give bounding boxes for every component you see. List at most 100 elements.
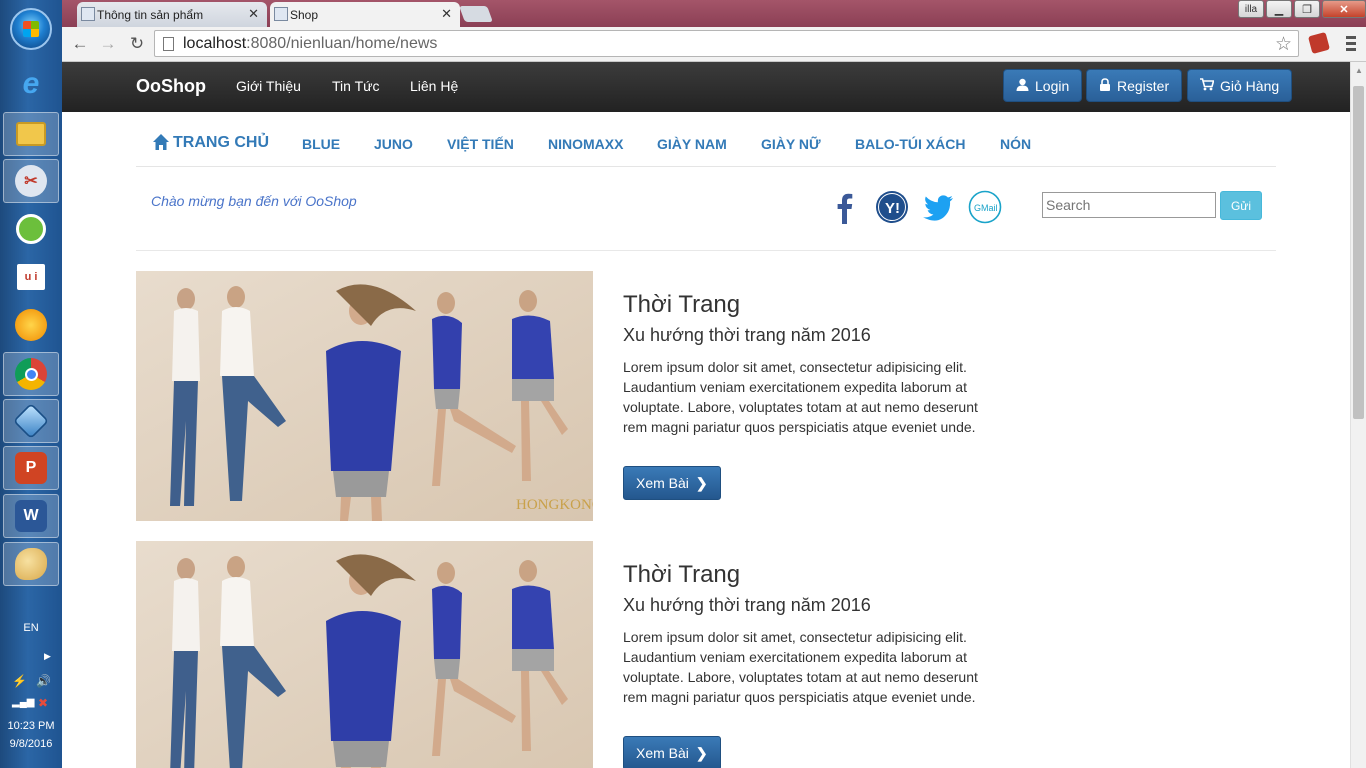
minimize-icon[interactable]: ▁ [1266,0,1292,18]
start-button[interactable] [10,8,52,50]
language-indicator[interactable]: EN [0,622,62,634]
article-card: HONGKONG Thời Trang Xu hướng thời trang … [136,271,1276,521]
article-card: Thời Trang Xu hướng thời trang năm 2016 … [136,541,1276,768]
tab-label: Shop [290,7,319,22]
bookmark-star-icon[interactable]: ☆ [1275,33,1292,56]
read-more-button[interactable]: Xem Bài ❯ [623,736,721,768]
chevron-right-icon: ❯ [695,474,708,491]
reload-icon[interactable]: ↻ [125,32,149,56]
read-more-label: Xem Bài [636,745,689,761]
cube-icon [12,402,50,440]
twitter-icon[interactable] [921,190,955,224]
category-blue[interactable]: BLUE [302,136,340,152]
register-button[interactable]: Register [1086,69,1183,102]
forward-arrow-icon[interactable]: → [96,32,120,56]
login-button[interactable]: Login [1003,69,1083,102]
search-input[interactable] [1042,192,1216,218]
url-path: :8080/nienluan/home/news [246,34,438,52]
scroll-up-arrow-icon[interactable]: ▲ [1355,66,1363,75]
category-juno[interactable]: JUNO [374,136,413,152]
new-tab-button[interactable] [459,6,493,22]
yahoo-icon[interactable]: Y! [875,190,909,224]
cart-label: Giỏ Hàng [1220,77,1280,94]
coccoc-icon [16,214,46,244]
address-bar[interactable]: localhost:8080/nienluan/home/news ☆ [154,30,1299,57]
tab-close-icon[interactable]: ✕ [441,6,452,22]
article-title: Thời Trang [623,561,741,588]
page-icon [163,37,174,51]
scrollbar-thumb[interactable] [1353,86,1364,419]
powerpoint-taskbar-button[interactable]: P [3,446,59,490]
explorer-taskbar-button[interactable] [3,112,59,156]
facebook-icon[interactable] [828,190,862,224]
word-icon: W [15,500,47,532]
category-home[interactable]: TRANG CHỦ [173,134,269,152]
cart-button[interactable]: Giỏ Hàng [1187,69,1293,102]
virtualbox-taskbar-button[interactable] [3,399,59,443]
nav-link-contact[interactable]: Liên Hệ [410,78,458,94]
login-label: Login [1035,77,1070,94]
page-favicon-icon [81,7,95,21]
gmail-icon[interactable]: GMail [968,190,1002,224]
article-subtitle: Xu hướng thời trang năm 2016 [623,595,871,615]
tab-label: Thông tin sản phẩm [97,7,204,22]
nav-link-news[interactable]: Tin Tức [332,78,380,94]
powerpoint-icon: P [15,452,47,484]
read-more-button[interactable]: Xem Bài ❯ [623,466,721,500]
category-ninomaxx[interactable]: NINOMAXX [548,136,623,152]
search-submit-button[interactable]: Gửi [1220,191,1262,220]
tab-shop[interactable]: Shop ✕ [270,2,460,27]
paint-palette-icon [15,548,47,580]
restore-icon[interactable]: ❐ [1294,0,1320,18]
register-label: Register [1117,77,1170,94]
welcome-message: Chào mừng bạn đến với OoShop [151,193,357,209]
paint-taskbar-button[interactable] [3,542,59,586]
menu-icon[interactable] [1340,32,1360,54]
chrome-taskbar-button[interactable] [3,352,59,396]
show-hidden-icons-icon[interactable]: ▶ [44,651,51,662]
home-icon [152,133,170,151]
clock-time[interactable]: 10:23 PM [0,720,62,732]
category-balo-tui-xach[interactable]: BALO-TÚI XÁCH [855,136,965,152]
category-menu: TRANG CHỦ BLUE JUNO VIỆT TIẾN NINOMAXX G… [136,112,1276,167]
page-scrollbar[interactable]: ▲ [1350,62,1366,768]
unikey-taskbar-button[interactable]: u i [3,255,59,299]
network-error-icon[interactable]: ✖ [38,696,48,710]
tab-close-icon[interactable]: ✕ [248,6,259,22]
profile-button[interactable]: illa [1238,0,1264,18]
category-non[interactable]: NÓN [1000,136,1031,152]
snipping-taskbar-button[interactable]: ✂ [3,159,59,203]
ie-taskbar-button[interactable]: e [3,62,59,106]
word-taskbar-button[interactable]: W [3,494,59,538]
page-favicon-icon [274,7,288,21]
tab-product-info[interactable]: Thông tin sản phẩm ✕ [77,2,267,27]
ie-icon: e [22,67,40,100]
category-giay-nam[interactable]: GIÀY NAM [657,136,727,152]
hongkong-watermark: HONGKONG [516,497,593,513]
read-more-label: Xem Bài [636,475,689,491]
divider [136,250,1276,251]
extension-icon[interactable] [1307,31,1331,55]
browser-chrome: Thông tin sản phẩm ✕ Shop ✕ illa ▁ ❐ ✕ ←… [62,0,1366,62]
brand-logo[interactable]: OoShop [136,76,206,97]
signal-icon[interactable]: ▂▄▆ [12,697,34,708]
app-taskbar-button[interactable] [3,303,59,347]
close-window-icon[interactable]: ✕ [1322,0,1366,18]
top-navbar: OoShop Giới Thiệu Tin Tức Liên Hệ Login … [62,62,1350,112]
coccoc-taskbar-button[interactable] [3,207,59,251]
category-giay-nu[interactable]: GIÀY NỮ [761,136,821,152]
page-viewport: OoShop Giới Thiệu Tin Tức Liên Hệ Login … [62,62,1350,768]
article-excerpt: Lorem ipsum dolor sit amet, consectetur … [623,359,978,435]
sun-app-icon [15,309,47,341]
article-thumbnail[interactable] [136,541,593,768]
svg-text:Y!: Y! [885,200,900,217]
volume-icon[interactable]: 🔊 [36,674,51,688]
power-icon[interactable]: ⚡ [12,674,27,688]
category-viet-tien[interactable]: VIỆT TIẾN [447,136,514,152]
clock-date[interactable]: 9/8/2016 [0,738,62,750]
nav-link-about[interactable]: Giới Thiệu [236,78,301,94]
back-arrow-icon[interactable]: ← [68,32,92,56]
article-thumbnail[interactable]: HONGKONG [136,271,593,521]
browser-toolbar: ← → ↻ localhost:8080/nienluan/home/news … [62,27,1366,62]
lock-icon [1099,77,1111,94]
